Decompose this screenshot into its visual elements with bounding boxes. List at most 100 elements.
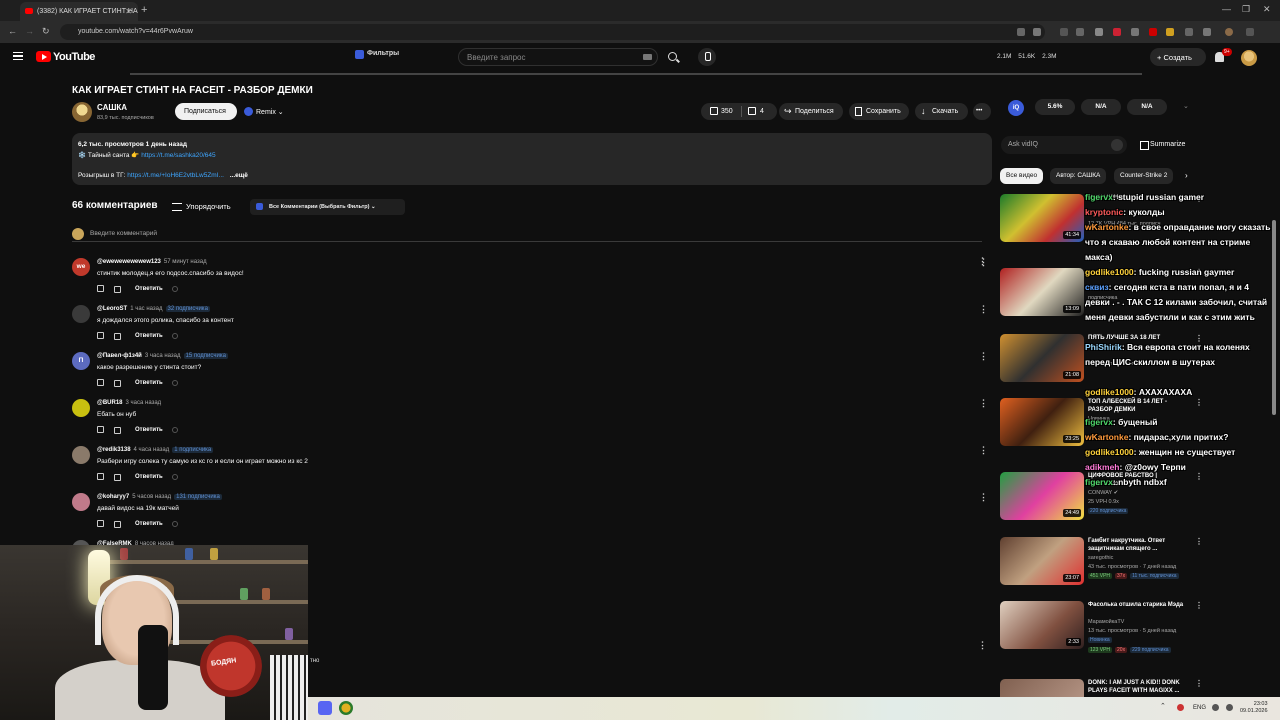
video-thumbnail[interactable]: 13:09 [1000, 268, 1084, 316]
hamburger-menu-icon[interactable] [13, 52, 23, 60]
search-icon[interactable] [668, 52, 677, 61]
volume-icon[interactable] [1226, 704, 1233, 711]
comment-author[interactable]: @BUR18 3 часа назад [97, 400, 161, 406]
extension-icon[interactable] [1131, 28, 1139, 36]
related-video[interactable]: DONK: I AM JUST A KID!! DONK PLAYS FACEI… [1000, 679, 1200, 697]
video-more-icon[interactable]: ⋮ [1195, 679, 1200, 688]
related-video-channel[interactable]: CONWAY ✔ [1088, 490, 1118, 496]
reply-button[interactable]: Ответить [135, 521, 163, 527]
comment-more-icon[interactable]: ⋮ [979, 304, 988, 315]
related-video-channel[interactable]: МарамойкаTV [1088, 619, 1124, 625]
tray-chevron-icon[interactable]: ⌃ [1160, 702, 1166, 710]
youtube-wordmark[interactable]: YouTube [53, 51, 95, 63]
account-avatar[interactable] [1241, 50, 1257, 66]
related-video-channel[interactable]: saregothic [1088, 555, 1113, 561]
summarize-button[interactable]: Summarize [1140, 141, 1185, 150]
chip-category[interactable]: Counter-Strike 2 [1114, 168, 1174, 184]
vidiq-reply-icon[interactable] [172, 474, 178, 480]
tray-icon[interactable] [1177, 704, 1184, 711]
extension-icon[interactable] [1095, 28, 1103, 36]
comment-avatar[interactable] [72, 399, 90, 417]
profile-avatar[interactable] [1225, 28, 1233, 36]
extension-icon[interactable] [1166, 28, 1174, 36]
extension-icon[interactable] [1113, 28, 1121, 36]
comment-avatar[interactable] [72, 446, 90, 464]
extension-icon[interactable] [1149, 28, 1157, 36]
vidiq-reply-icon[interactable] [172, 521, 178, 527]
comment-more-icon[interactable]: ⋮ [979, 445, 988, 456]
tab-close-icon[interactable]: ✕ [125, 7, 132, 16]
thumbs-down-icon[interactable] [114, 474, 121, 481]
thumbs-down-icon[interactable] [114, 286, 121, 293]
comment-author-name[interactable]: @koharyy7 [97, 494, 129, 500]
minimize-icon[interactable]: — [1222, 4, 1231, 14]
related-video-title[interactable]: DONK: I AM JUST A KID!! DONK PLAYS FACEI… [1088, 679, 1188, 695]
chevron-down-icon[interactable]: ⌄ [1183, 102, 1189, 110]
thumbs-down-icon[interactable] [748, 107, 756, 115]
voice-search-icon[interactable] [698, 48, 716, 66]
extension-icon[interactable] [1076, 28, 1084, 36]
chip-author[interactable]: Автор: САШКА [1050, 168, 1107, 184]
back-icon[interactable]: ← [8, 26, 17, 36]
vidiq-reply-icon[interactable] [172, 286, 178, 292]
extension-icon[interactable] [1185, 28, 1193, 36]
comment-avatar[interactable] [72, 493, 90, 511]
video-thumbnail[interactable] [1000, 679, 1084, 697]
like-count[interactable]: 350 [721, 108, 733, 115]
comment-more-icon[interactable]: ⋮ [978, 256, 987, 267]
download-button[interactable]: ↓ Скачать [915, 103, 968, 120]
language-indicator[interactable]: ENG [1193, 705, 1206, 711]
youtube-logo-icon[interactable] [36, 51, 51, 62]
thumbs-down-icon[interactable] [114, 521, 121, 528]
comment-avatar[interactable]: we [72, 258, 90, 276]
comment-more-icon[interactable]: ⋮ [979, 398, 988, 409]
create-button[interactable]: + Создать [1150, 48, 1206, 66]
thumbs-up-icon[interactable] [97, 520, 104, 527]
video-more-icon[interactable]: ⋮ [1195, 601, 1203, 610]
new-tab-button[interactable]: + [141, 4, 147, 16]
comment-author[interactable]: @koharyy7 5 часов назад 131 подписчика [97, 494, 222, 500]
thumbs-up-icon[interactable] [97, 473, 104, 480]
related-video[interactable]: 2:33 Фасолька отшила старика Мэда Марамойк… [1000, 601, 1203, 661]
thumbs-down-icon[interactable] [114, 380, 121, 387]
remix-button[interactable]: Remix ⌄ [242, 103, 294, 120]
app-icon[interactable] [339, 701, 353, 715]
reply-button[interactable]: Ответить [135, 333, 163, 339]
thumbs-down-icon[interactable] [114, 427, 121, 434]
vidiq-reply-icon[interactable] [172, 333, 178, 339]
chevron-right-icon[interactable]: › [1185, 171, 1188, 180]
related-video[interactable]: 23:07 Гамбит накрутчика. Ответ защитникам… [1000, 537, 1203, 597]
description-link[interactable]: https://t.me/+IoH6E2vtbLw5ZmI... [127, 172, 224, 179]
thumbs-up-icon[interactable] [97, 285, 104, 292]
video-thumbnail[interactable]: 21:08 [1000, 334, 1084, 382]
thumbs-up-icon[interactable] [97, 379, 104, 386]
cast-icon[interactable] [1017, 28, 1025, 36]
comment-avatar[interactable] [72, 305, 90, 323]
add-comment-field[interactable]: Введите комментарий [72, 228, 982, 242]
comment-author-name[interactable]: @Павел-ф1з4й [97, 353, 142, 359]
thumbs-down-icon[interactable] [114, 333, 121, 340]
close-window-icon[interactable]: ✕ [1263, 4, 1271, 15]
discord-icon[interactable] [318, 701, 332, 715]
comment-author-name[interactable]: @redik3138 [97, 447, 131, 453]
channel-avatar[interactable] [72, 102, 92, 122]
related-video-title[interactable]: Гамбит накрутчика. Ответ защитникам спящ… [1088, 537, 1188, 553]
sort-comments-button[interactable]: Упорядочить [172, 202, 231, 211]
comment-author[interactable]: @LeoroST 1 час назад 32 подписчика [97, 306, 210, 312]
bookmark-star-icon[interactable] [1033, 28, 1041, 36]
description-more-button[interactable]: ...ещё [230, 172, 248, 179]
comment-author-name[interactable]: @LeoroST [97, 306, 127, 312]
vidiq-reply-icon[interactable] [172, 380, 178, 386]
puzzle-icon[interactable] [1203, 28, 1211, 36]
maximize-icon[interactable]: ❐ [1242, 4, 1250, 15]
reply-button[interactable]: Ответить [135, 286, 163, 292]
comment-author-name[interactable]: @ewewewewewew123 [97, 259, 161, 265]
video-thumbnail[interactable]: 23:07 [1000, 537, 1084, 585]
filters-button[interactable]: Фильтры [355, 50, 399, 59]
video-thumbnail[interactable]: 2:33 [1000, 601, 1084, 649]
channel-name[interactable]: САШКА [97, 103, 127, 112]
comment-filter-select[interactable]: Все Комментарии (Выбрать Фильтр) ⌄ [250, 199, 405, 215]
dislike-count[interactable]: 4 [760, 108, 764, 115]
video-thumbnail[interactable]: 41:34 [1000, 194, 1084, 242]
video-more-icon[interactable]: ⋮ [1195, 537, 1203, 546]
